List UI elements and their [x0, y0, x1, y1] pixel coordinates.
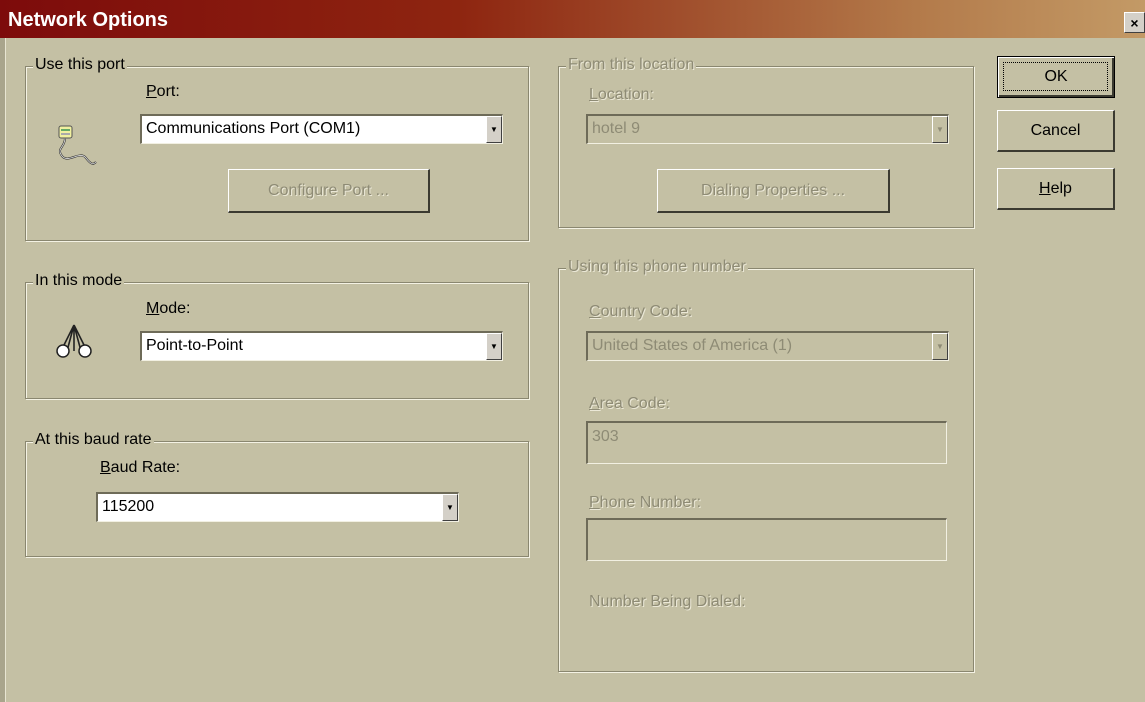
area-code-label: Area Code: — [589, 395, 670, 412]
number-being-dialed-label: Number Being Dialed: — [589, 593, 746, 610]
configure-port-button[interactable]: Configure Port ... — [228, 169, 430, 213]
close-button[interactable]: × — [1124, 12, 1145, 33]
area-code-value: 303 — [592, 428, 619, 445]
mode-group-legend: In this mode — [33, 272, 125, 290]
ok-label: OK — [1044, 68, 1068, 85]
phone-number-label-rest: hone Number: — [599, 494, 702, 511]
chevron-down-icon[interactable]: ▼ — [486, 116, 502, 143]
area-code-field[interactable]: 303 — [586, 421, 947, 464]
help-label: Help — [1039, 179, 1072, 197]
area-code-label-rest: rea Code: — [599, 395, 670, 412]
close-icon: × — [1130, 15, 1139, 31]
title-bar[interactable]: Network Options × — [0, 0, 1145, 38]
port-label: Port: — [146, 83, 180, 100]
window-border — [0, 38, 6, 702]
mode-select-value: Point-to-Point — [146, 337, 243, 354]
baud-label: Baud Rate: — [100, 459, 181, 476]
chevron-down-icon[interactable]: ▼ — [932, 116, 948, 143]
country-code-value: United States of America (1) — [592, 337, 793, 354]
chevron-down-icon[interactable]: ▼ — [932, 333, 948, 360]
location-select[interactable]: hotel 9 ▼ — [586, 114, 949, 144]
location-label: Location: — [589, 86, 654, 103]
mode-label: Mode: — [146, 300, 191, 317]
dialing-properties-button[interactable]: Dialing Properties ... — [657, 169, 890, 213]
window-title: Network Options — [8, 9, 169, 31]
dialing-properties-label: Dialing Properties ... — [700, 181, 846, 199]
port-group-legend: Use this port — [33, 56, 127, 74]
mode-select[interactable]: Point-to-Point ▼ — [140, 331, 503, 361]
ok-button[interactable]: OK — [997, 56, 1115, 98]
baud-group-legend: At this baud rate — [33, 431, 154, 449]
phone-number-field[interactable] — [586, 518, 947, 561]
country-code-select[interactable]: United States of America (1) ▼ — [586, 331, 949, 361]
chevron-down-icon[interactable]: ▼ — [486, 333, 502, 360]
chevron-down-icon[interactable]: ▼ — [442, 494, 458, 521]
cancel-button[interactable]: Cancel — [997, 110, 1115, 152]
country-code-label: Country Code: — [589, 303, 693, 320]
country-code-label-rest: ountry Code: — [600, 303, 693, 320]
port-select[interactable]: Communications Port (COM1) ▼ — [140, 114, 503, 144]
baud-select[interactable]: 115200 ▼ — [96, 492, 459, 522]
serial-cable-icon — [58, 125, 97, 165]
cancel-label: Cancel — [1030, 121, 1081, 139]
help-label-rest: elp — [1050, 179, 1072, 197]
baud-label-rest: aud Rate: — [110, 459, 181, 476]
phone-groupbox: Using this phone number — [558, 258, 974, 672]
port-label-rest: ort: — [156, 83, 180, 100]
location-label-rest: ocation: — [597, 86, 654, 103]
port-select-value: Communications Port (COM1) — [146, 120, 361, 137]
mode-label-rest: ode: — [159, 300, 191, 317]
configure-port-label: Configure Port ... — [268, 181, 389, 199]
location-group-legend: From this location — [566, 56, 697, 74]
phone-number-label: Phone Number: — [589, 494, 702, 511]
network-mode-icon — [56, 324, 92, 358]
phone-group-legend: Using this phone number — [566, 258, 748, 276]
help-button[interactable]: Help — [997, 168, 1115, 210]
location-select-value: hotel 9 — [592, 120, 641, 137]
baud-select-value: 115200 — [102, 498, 155, 515]
